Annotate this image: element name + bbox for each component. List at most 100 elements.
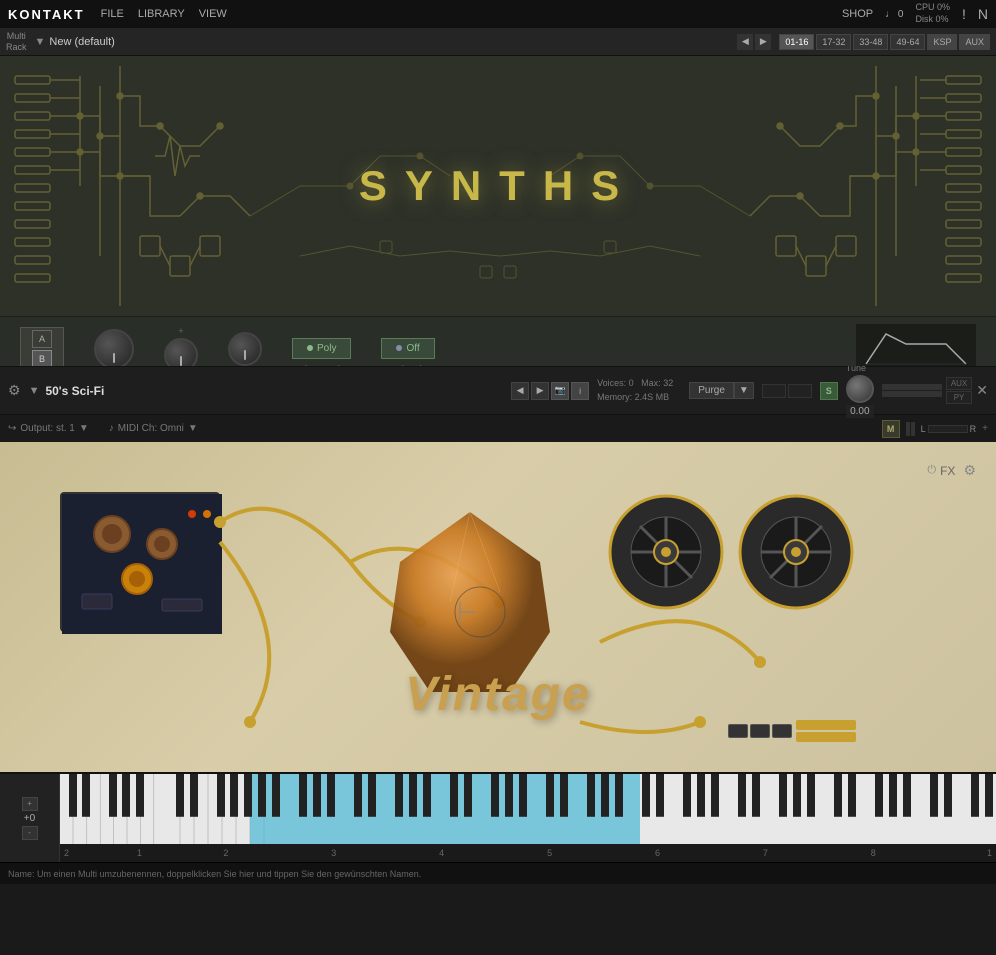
vintage-bg: ⏻ FX ⚙: [0, 442, 996, 772]
range-33-48[interactable]: 33-48: [853, 34, 888, 50]
nav-prev[interactable]: ◀: [737, 34, 753, 50]
play-mode-button[interactable]: Poly: [292, 338, 351, 359]
inst-info[interactable]: i: [571, 382, 589, 400]
instrument-name-section: ▼ 50's Sci-Fi: [29, 384, 512, 398]
dropdown-arrow: ▼: [29, 385, 40, 397]
shop-button[interactable]: SHOP: [842, 8, 873, 20]
settings-icon[interactable]: ⚙: [8, 382, 21, 399]
settings-row: ↪ Output: st. 1 ▼ ♪ MIDI Ch: Omni ▼ M L …: [0, 414, 996, 442]
tab-name[interactable]: New (default): [49, 36, 737, 48]
midi-dropdown[interactable]: ▼: [188, 423, 198, 434]
menu-view[interactable]: VIEW: [199, 8, 227, 20]
synths-area: SYNTHS A B A / B Sound + Cutoff: [0, 56, 996, 366]
circuit-board: [60, 492, 220, 632]
synths-bg: SYNTHS: [0, 56, 996, 316]
output-icon: ↪: [8, 423, 16, 434]
range-49-64[interactable]: 49-64: [890, 34, 925, 50]
vintage-title: Vintage: [405, 667, 591, 722]
play-mode-group: Poly Play Mode: [292, 338, 351, 367]
output-setting: ↪ Output: st. 1 ▼: [8, 423, 89, 434]
py-button[interactable]: PY: [946, 391, 972, 404]
midi-label: MIDI Ch: Omni: [118, 423, 184, 434]
pitch-up[interactable]: +: [22, 797, 38, 811]
vintage-area: ⏻ FX ⚙: [0, 442, 996, 772]
app-logo: KONTAKT: [8, 7, 85, 22]
top-menu-bar: KONTAKT FILE LIBRARY VIEW SHOP ♩ 0 CPU 0…: [0, 0, 996, 28]
pitch-display: +0: [24, 813, 35, 824]
menu-items: FILE LIBRARY VIEW: [101, 8, 227, 20]
fx-power[interactable]: ⏻ FX: [927, 464, 955, 478]
midi-icon: ♪: [109, 423, 114, 434]
cutoff-knob[interactable]: [164, 338, 198, 366]
purge-dropdown[interactable]: ▼: [734, 382, 754, 399]
piano-num-4: 3: [280, 848, 388, 858]
tape-reel-left: [606, 492, 726, 612]
piano-keys-svg[interactable]: [60, 774, 996, 844]
dropdown-arrow: ▼: [35, 36, 46, 48]
aux-button[interactable]: AUX: [946, 377, 972, 390]
tape-transport: [728, 720, 856, 742]
envelope-display: [856, 324, 976, 366]
play-mode-label: Play Mode: [298, 365, 345, 367]
piano-keys-area[interactable]: [60, 774, 996, 844]
ab-toggle[interactable]: A B: [20, 327, 64, 366]
status-text: Name: Um einen Multi umzubenennen, doppe…: [8, 869, 421, 879]
output-dropdown[interactable]: ▼: [79, 423, 89, 434]
piano-numbers: 2 1 2 3 4 5 6 7 8 1: [60, 844, 996, 862]
chord-button[interactable]: Off: [381, 338, 434, 359]
piano-num-6: 5: [496, 848, 604, 858]
glide-group: Glide: [228, 332, 262, 366]
piano-num-1: 2: [64, 848, 107, 858]
glide-knob[interactable]: [228, 332, 262, 366]
inst-camera[interactable]: 📷: [551, 382, 569, 400]
tuning-knob[interactable]: [846, 375, 874, 403]
fx-controls: ⏻ FX ⚙: [927, 462, 976, 479]
instrument-name[interactable]: 50's Sci-Fi: [45, 384, 104, 398]
output-label: Output: st. 1: [20, 423, 74, 434]
controls-bar: A B A / B Sound + Cutoff Glide: [0, 316, 996, 366]
chord-label: Chord: [394, 365, 421, 367]
nav-next[interactable]: ▶: [755, 34, 771, 50]
piano-left-controls: + +0 -: [0, 774, 60, 862]
piano-num-7: 6: [604, 848, 712, 858]
range-aux[interactable]: AUX: [959, 34, 990, 50]
synths-title: SYNTHS: [359, 162, 637, 210]
tab-bar: MultiRack ▼ New (default) ◀ ▶ 01-16 17-3…: [0, 28, 996, 56]
piano-num-10: 1: [927, 848, 992, 858]
memory-icon: ♩ 0: [885, 9, 903, 20]
plus-button[interactable]: +: [982, 423, 988, 434]
instrument-nav: ◀ ▶ 📷 i: [511, 382, 589, 400]
inst-nav-prev[interactable]: ◀: [511, 382, 529, 400]
menu-library[interactable]: LIBRARY: [138, 8, 185, 20]
tape-reel-right-svg: [736, 492, 856, 612]
cpu-info: CPU 0% Disk 0%: [915, 2, 950, 25]
m-button[interactable]: M: [882, 420, 900, 438]
range-ksp[interactable]: KSP: [927, 34, 957, 50]
instrument-row: ⚙ ▼ 50's Sci-Fi ◀ ▶ 📷 i Voices: 0 Max: 3…: [0, 366, 996, 414]
piano-num-3: 2: [172, 848, 280, 858]
s-button[interactable]: S: [820, 382, 838, 400]
piano-num-8: 7: [711, 848, 819, 858]
pitch-down[interactable]: -: [22, 826, 38, 840]
piano-num-2: 1: [107, 848, 172, 858]
sound-group: Sound: [94, 329, 134, 366]
chord-group: Off Chord: [381, 338, 434, 367]
inst-nav-next[interactable]: ▶: [531, 382, 549, 400]
range-17-32[interactable]: 17-32: [816, 34, 851, 50]
cutoff-group: + Cutoff: [164, 326, 198, 366]
range-buttons: 01-16 17-32 33-48 49-64 KSP AUX: [779, 34, 990, 50]
level-meters: [762, 384, 812, 398]
instrument-row-inner: ⚙ ▼ 50's Sci-Fi ◀ ▶ 📷 i Voices: 0 Max: 3…: [8, 363, 988, 418]
envelope-group: Vol Envelope: [856, 324, 976, 366]
range-01-16[interactable]: 01-16: [779, 34, 814, 50]
gear-icon[interactable]: ⚙: [963, 462, 976, 479]
fx-label: FX: [940, 464, 955, 478]
tune-value: 0.00: [846, 405, 874, 418]
power-icon: ⏻: [927, 464, 936, 477]
close-button[interactable]: ✕: [976, 382, 988, 399]
sound-knob[interactable]: [94, 329, 134, 366]
voices-info: Voices: 0 Max: 32 Memory: 2.4S MB: [597, 377, 673, 404]
menu-file[interactable]: FILE: [101, 8, 124, 20]
purge-button[interactable]: Purge: [689, 382, 734, 399]
midi-setting: ♪ MIDI Ch: Omni ▼: [109, 423, 198, 434]
